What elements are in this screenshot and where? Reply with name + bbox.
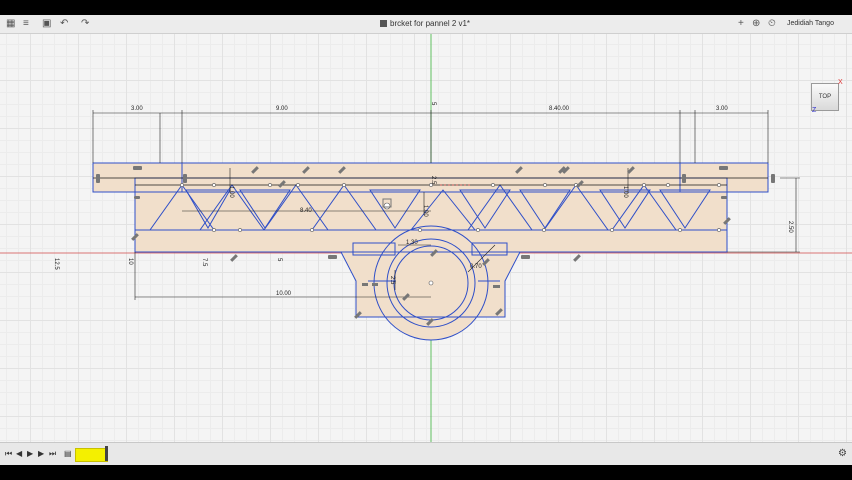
view-cube-face-label[interactable]: TOP [819,94,831,100]
dim-1-center[interactable]: 1.00 [422,205,428,217]
dim-250[interactable]: 2.50 [787,221,793,233]
dim-130[interactable]: 1.30 [406,240,418,246]
new-tab-icon[interactable]: + [738,18,744,30]
timeline-feature-strip[interactable] [75,448,108,462]
user-name[interactable]: Jedidiah Tango [787,18,834,30]
file-menu-icon[interactable]: ≡ [23,18,29,30]
document-icon [380,20,387,27]
axis-label-75: 7.5 [201,258,207,267]
sketch-canvas[interactable]: 3.00 9.00 8.40.00 3.00 8.40 10.00 1.30 0… [0,34,852,442]
sketch-drawing: 3.00 9.00 8.40.00 3.00 8.40 10.00 1.30 0… [0,34,852,442]
grid-menu-icon[interactable]: ▦ [6,18,15,30]
timeline-play-icon[interactable]: ▶ [27,448,33,460]
dim-3-right[interactable]: 3.00 [716,106,728,112]
dim-840-mid[interactable]: 8.40 [300,208,312,214]
timeline-next-icon[interactable]: ▶ [38,448,44,460]
dim-070[interactable]: 0.70 [470,264,482,270]
dim-25-hole[interactable]: 2.5 [389,276,395,285]
document-title-text: brcket for pannel 2 v1* [390,19,471,28]
timeline-first-icon[interactable]: ⏮ [5,448,12,460]
dim-10[interactable]: 10.00 [276,291,292,297]
axis-label-10: 10 [127,258,133,265]
timeline-sketch-icon[interactable]: ▤ [64,448,72,460]
timeline-last-icon[interactable]: ⏭ [49,448,56,460]
extensions-icon[interactable]: ⊕ [752,18,760,30]
timeline-settings-icon[interactable]: ⚙ [838,448,847,460]
timeline-bar: ⏮ ◀ ▶ ▶ ⏭ ▤ ⚙ [0,442,852,465]
timeline-previous-icon[interactable]: ◀ [16,448,22,460]
undo-icon[interactable]: ↶ [60,18,68,30]
save-icon[interactable]: ▣ [42,18,51,30]
dim-1-right[interactable]: 1.00 [622,186,628,198]
axis-label-5-x: 5 [276,258,282,262]
axis-label-125: 12.5 [53,258,59,270]
title-bar: ▦ ≡ ▣ ↶ ↷ brcket for pannel 2 v1* + ⊕ ⏲ … [0,15,852,34]
fusion-window: ▦ ≡ ▣ ↶ ↷ brcket for pannel 2 v1* + ⊕ ⏲ … [0,0,852,480]
document-title: brcket for pannel 2 v1* [380,18,470,30]
dim-1-left[interactable]: 1.00 [228,186,234,198]
timeline-marker[interactable] [105,446,108,461]
redo-icon[interactable]: ↷ [81,18,89,30]
dim-3-left[interactable]: 3.00 [131,106,143,112]
view-cube-x-axis-label: X [838,79,843,86]
view-cube-z-axis-label: Z [812,107,817,114]
dim-840-top[interactable]: 8.40.00 [549,106,570,112]
notifications-icon[interactable]: ⏲ [768,18,776,30]
dim-9[interactable]: 9.00 [276,106,288,112]
